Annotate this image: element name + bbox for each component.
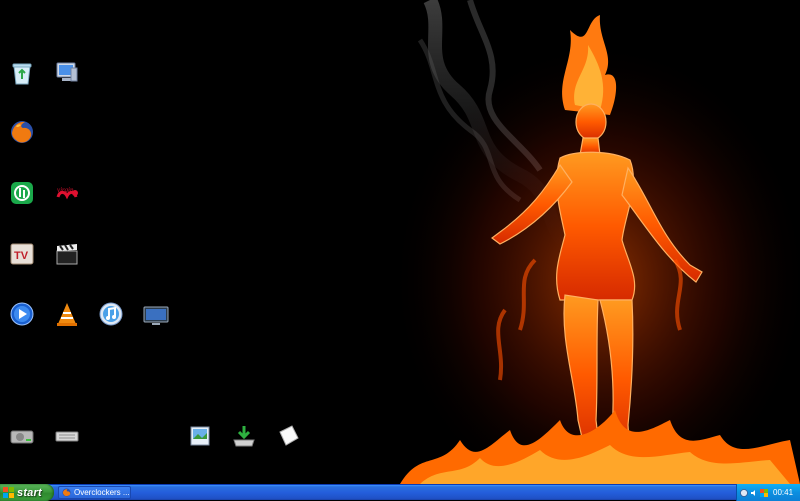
svg-text:virgin: virgin	[57, 186, 74, 194]
tv-app-icon[interactable]: TV	[8, 240, 36, 268]
desktop: virgin TV	[0, 0, 800, 484]
taskbar-button-overclockers[interactable]: Overclockers ...	[58, 486, 131, 499]
vlc-icon[interactable]	[53, 300, 81, 328]
clock[interactable]: 00:41	[773, 488, 793, 497]
computer-icon[interactable]	[53, 58, 81, 86]
hard-drive-icon[interactable]	[8, 422, 36, 450]
clapperboard-icon[interactable]	[53, 240, 81, 268]
virgin-media-icon[interactable]: virgin	[53, 180, 81, 208]
network-icon[interactable]	[740, 488, 748, 497]
system-tray: 00:41	[736, 484, 800, 501]
recycle-bin-icon[interactable]	[8, 59, 36, 87]
firefox-icon	[62, 488, 71, 497]
windows-logo-icon	[3, 487, 14, 498]
start-label: start	[17, 486, 42, 499]
fire-wallpaper	[390, 0, 800, 484]
taskbar-button-label: Overclockers ...	[74, 488, 130, 497]
start-button[interactable]: start	[0, 484, 54, 501]
taskbar: start Overclockers ... 00:41	[0, 484, 800, 501]
media-player-icon[interactable]	[8, 300, 36, 328]
security-icon[interactable]	[760, 488, 768, 497]
monitor-icon[interactable]	[142, 302, 170, 330]
itunes-icon[interactable]	[97, 300, 125, 328]
image-viewer-icon[interactable]	[186, 422, 214, 450]
network-device-icon[interactable]	[53, 422, 81, 450]
bittorrent-icon[interactable]	[8, 179, 36, 207]
blank-document-icon[interactable]	[274, 422, 302, 450]
download-icon[interactable]	[230, 422, 258, 450]
volume-icon[interactable]	[750, 489, 758, 497]
firefox-icon[interactable]	[8, 118, 36, 146]
svg-text:TV: TV	[14, 250, 29, 262]
